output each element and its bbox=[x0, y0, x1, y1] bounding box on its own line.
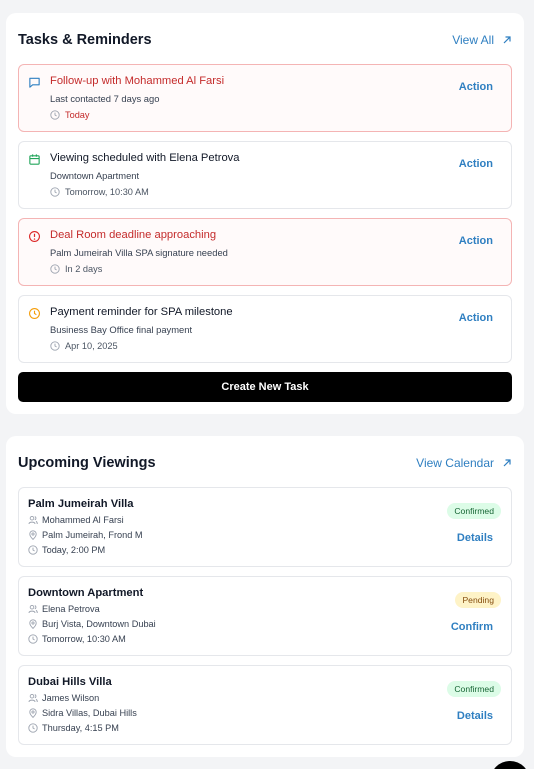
task-action-button[interactable]: Action bbox=[459, 235, 493, 247]
viewing-location: Burj Vista, Downtown Dubai bbox=[28, 619, 156, 629]
task-subtitle: Palm Jumeirah Villa SPA signature needed bbox=[50, 247, 228, 258]
task-due-text: Today bbox=[65, 110, 90, 120]
users-icon bbox=[28, 604, 38, 614]
viewing-client-name: Elena Petrova bbox=[42, 604, 100, 614]
viewing-time: Tomorrow, 10:30 AM bbox=[28, 634, 126, 644]
clock-icon bbox=[28, 723, 38, 733]
upcoming-viewings-card: Upcoming Viewings View Calendar Palm Jum… bbox=[6, 436, 524, 757]
task-action-button[interactable]: Action bbox=[459, 81, 493, 93]
viewing-time-text: Thursday, 4:15 PM bbox=[42, 723, 119, 733]
viewing-location: Sidra Villas, Dubai Hills bbox=[28, 708, 137, 718]
task-title: Follow-up with Mohammed Al Farsi bbox=[50, 75, 225, 87]
tasks-reminders-card: Tasks & Reminders View All Follow-up wit… bbox=[6, 13, 524, 414]
viewing-title: Palm Jumeirah Villa bbox=[28, 498, 134, 510]
floating-action-button[interactable] bbox=[490, 761, 530, 769]
viewing-time: Thursday, 4:15 PM bbox=[28, 723, 119, 733]
task-item[interactable]: Deal Room deadline approaching Palm Jume… bbox=[18, 218, 512, 286]
view-calendar-link[interactable]: View Calendar bbox=[416, 456, 512, 470]
clock-icon bbox=[28, 545, 38, 555]
viewing-item[interactable]: Palm Jumeirah Villa Mohammed Al Farsi Pa… bbox=[18, 487, 512, 567]
task-title: Deal Room deadline approaching bbox=[50, 229, 217, 241]
viewing-title: Dubai Hills Villa bbox=[28, 676, 112, 688]
task-subtitle: Downtown Apartment bbox=[50, 170, 140, 181]
task-due: Today bbox=[50, 110, 90, 120]
task-due: Tomorrow, 10:30 AM bbox=[50, 187, 149, 197]
status-badge: Confirmed bbox=[447, 503, 501, 519]
viewing-title: Downtown Apartment bbox=[28, 587, 144, 599]
viewing-client: Mohammed Al Farsi bbox=[28, 515, 124, 525]
task-due-text: Apr 10, 2025 bbox=[65, 341, 118, 351]
tasks-title: Tasks & Reminders bbox=[18, 32, 152, 48]
arrow-up-right-icon bbox=[503, 459, 511, 467]
viewing-details-button[interactable]: Details bbox=[457, 710, 493, 722]
arrow-up-right-icon bbox=[503, 36, 511, 44]
alert-circle-icon bbox=[29, 231, 40, 242]
viewing-client: James Wilson bbox=[28, 693, 99, 703]
clock-icon bbox=[50, 110, 60, 120]
map-pin-icon bbox=[29, 708, 37, 718]
viewing-time-text: Tomorrow, 10:30 AM bbox=[42, 634, 126, 644]
status-badge: Pending bbox=[455, 592, 501, 608]
task-title: Payment reminder for SPA milestone bbox=[50, 306, 233, 318]
viewing-confirm-button[interactable]: Confirm bbox=[451, 621, 493, 633]
map-pin-icon bbox=[29, 619, 37, 629]
viewing-location-text: Sidra Villas, Dubai Hills bbox=[42, 708, 137, 718]
viewing-location-text: Burj Vista, Downtown Dubai bbox=[42, 619, 156, 629]
create-new-task-button[interactable]: Create New Task bbox=[18, 372, 512, 402]
task-subtitle: Last contacted 7 days ago bbox=[50, 93, 160, 104]
viewing-item[interactable]: Downtown Apartment Elena Petrova Burj Vi… bbox=[18, 576, 512, 656]
viewing-details-button[interactable]: Details bbox=[457, 532, 493, 544]
users-icon bbox=[28, 515, 38, 525]
map-pin-icon bbox=[29, 530, 37, 540]
task-action-button[interactable]: Action bbox=[459, 158, 493, 170]
view-calendar-label: View Calendar bbox=[416, 456, 494, 470]
clock-icon bbox=[50, 341, 60, 351]
users-icon bbox=[28, 693, 38, 703]
message-icon bbox=[29, 77, 40, 88]
viewing-list: Palm Jumeirah Villa Mohammed Al Farsi Pa… bbox=[18, 487, 512, 754]
view-all-label: View All bbox=[452, 33, 494, 47]
task-item[interactable]: Follow-up with Mohammed Al Farsi Last co… bbox=[18, 64, 512, 132]
viewing-client-name: James Wilson bbox=[42, 693, 100, 703]
task-due: Apr 10, 2025 bbox=[50, 341, 118, 351]
task-item[interactable]: Payment reminder for SPA milestone Busin… bbox=[18, 295, 512, 363]
clock-icon bbox=[29, 308, 40, 319]
viewing-time: Today, 2:00 PM bbox=[28, 545, 105, 555]
task-due-text: In 2 days bbox=[65, 264, 103, 274]
viewing-client: Elena Petrova bbox=[28, 604, 100, 614]
viewing-location: Palm Jumeirah, Frond M bbox=[28, 530, 143, 540]
viewings-header: Upcoming Viewings View Calendar bbox=[18, 453, 512, 473]
task-item[interactable]: Viewing scheduled with Elena Petrova Dow… bbox=[18, 141, 512, 209]
clock-icon bbox=[50, 187, 60, 197]
calendar-icon bbox=[29, 154, 40, 165]
clock-icon bbox=[28, 634, 38, 644]
task-subtitle: Business Bay Office final payment bbox=[50, 324, 193, 335]
viewing-time-text: Today, 2:00 PM bbox=[42, 545, 106, 555]
viewing-client-name: Mohammed Al Farsi bbox=[42, 515, 124, 525]
task-title: Viewing scheduled with Elena Petrova bbox=[50, 152, 240, 164]
task-due-text: Tomorrow, 10:30 AM bbox=[65, 187, 149, 197]
task-list: Follow-up with Mohammed Al Farsi Last co… bbox=[18, 64, 512, 372]
task-due: In 2 days bbox=[50, 264, 102, 274]
view-all-link[interactable]: View All bbox=[452, 33, 512, 47]
clock-icon bbox=[50, 264, 60, 274]
task-action-button[interactable]: Action bbox=[459, 312, 493, 324]
status-badge: Confirmed bbox=[447, 681, 501, 697]
viewing-location-text: Palm Jumeirah, Frond M bbox=[42, 530, 143, 540]
viewings-title: Upcoming Viewings bbox=[18, 455, 156, 471]
viewing-item[interactable]: Dubai Hills Villa James Wilson Sidra Vil… bbox=[18, 665, 512, 745]
tasks-header: Tasks & Reminders View All bbox=[18, 30, 512, 50]
